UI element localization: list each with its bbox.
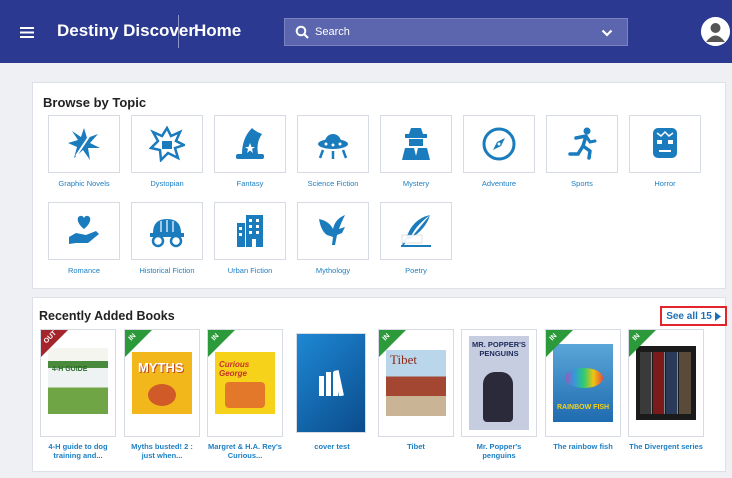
top-nav-bar: Destiny Discover Home Search	[0, 0, 732, 63]
topic-urban-fiction[interactable]: Urban Fiction	[214, 202, 286, 275]
book-card[interactable]: Tibet IN Tibet	[378, 329, 454, 451]
cover-text: MYTHS	[138, 360, 184, 375]
topic-label: Horror	[654, 179, 676, 188]
cover-text: RAINBOW FISH	[557, 404, 610, 411]
search-input[interactable]: Search	[315, 26, 350, 38]
wizard-hat-icon	[232, 126, 268, 162]
app-name[interactable]: Destiny Discover	[57, 21, 195, 41]
topic-label: Fantasy	[236, 179, 264, 188]
wagon-icon	[147, 213, 187, 249]
dystopian-icon	[149, 126, 185, 162]
compass-icon	[481, 126, 517, 162]
book-card[interactable]: MR. POPPER'S PENGUINS Mr. Popper's pengu…	[461, 329, 537, 460]
book-title: The Divergent series	[629, 442, 703, 451]
book-title: 4-H guide to dog training and...	[48, 442, 108, 460]
book-card[interactable]: Curious George IN Margret & H.A. Rey's C…	[207, 329, 283, 460]
search-bar[interactable]: Search	[284, 18, 628, 46]
topic-graphic-novels[interactable]: Graphic Novels	[48, 115, 120, 188]
book-title: Tibet	[407, 442, 425, 451]
pegasus-icon	[315, 213, 351, 249]
topic-label: Romance	[67, 266, 101, 275]
header-divider	[178, 15, 179, 48]
topic-historical-fiction[interactable]: Historical Fiction	[131, 202, 203, 275]
book-cover: MYTHS	[132, 352, 192, 414]
detective-icon	[398, 126, 434, 162]
topic-label: Poetry	[405, 266, 427, 275]
caret-right-icon	[714, 311, 721, 321]
topic-label: Graphic Novels	[58, 179, 110, 188]
topic-adventure[interactable]: Adventure	[463, 115, 535, 188]
book-title: The rainbow fish	[553, 442, 613, 451]
book-card[interactable]: IN The Divergent series	[628, 329, 704, 451]
topic-label: Adventure	[481, 179, 517, 188]
topic-label: Urban Fiction	[227, 266, 273, 275]
topic-dystopian[interactable]: Dystopian	[131, 115, 203, 188]
topic-label: Science Fiction	[307, 179, 359, 188]
topic-mythology[interactable]: Mythology	[297, 202, 369, 275]
book-title: Myths busted! 2 : just when...	[131, 442, 193, 460]
book-cover: Tibet	[386, 350, 446, 416]
ufo-icon	[315, 126, 351, 162]
search-icon	[295, 25, 309, 39]
chevron-down-icon[interactable]	[601, 27, 613, 39]
topic-label: Dystopian	[150, 179, 184, 188]
topic-label: Historical Fiction	[139, 266, 195, 275]
topic-horror[interactable]: Horror	[629, 115, 701, 188]
browse-by-topic-heading: Browse by Topic	[43, 95, 147, 110]
graphic-novels-icon	[66, 126, 102, 162]
topic-label: Mythology	[315, 266, 351, 275]
topic-sports[interactable]: Sports	[546, 115, 618, 188]
books-placeholder-icon	[319, 368, 345, 396]
topic-mystery[interactable]: Mystery	[380, 115, 452, 188]
book-title: cover test	[314, 442, 350, 451]
cover-text: 4-H GUIDE	[52, 366, 88, 373]
see-all-label: See all 15	[666, 310, 712, 322]
quill-icon	[398, 213, 434, 249]
heart-hand-icon	[66, 213, 102, 249]
topic-science-fiction[interactable]: Science Fiction	[297, 115, 369, 188]
book-card[interactable]: cover test	[294, 329, 370, 451]
topic-label: Mystery	[402, 179, 430, 188]
book-cover	[296, 333, 366, 433]
cover-text: Curious George	[219, 360, 250, 378]
see-all-button[interactable]: See all 15	[660, 306, 727, 326]
book-cover: 4-H GUIDE	[48, 348, 108, 414]
topic-fantasy[interactable]: Fantasy	[214, 115, 286, 188]
home-link[interactable]: Home	[194, 21, 241, 41]
book-title: Mr. Popper's penguins	[476, 442, 522, 460]
recently-added-heading: Recently Added Books	[39, 309, 175, 323]
topic-poetry[interactable]: Poetry	[380, 202, 452, 275]
book-cover: Curious George	[215, 352, 275, 414]
book-card[interactable]: MYTHS IN Myths busted! 2 : just when...	[124, 329, 200, 460]
book-card[interactable]: 4-H GUIDE OUT 4-H guide to dog training …	[40, 329, 116, 460]
building-icon	[232, 213, 268, 249]
topic-romance[interactable]: Romance	[48, 202, 120, 275]
hamburger-menu-icon[interactable]	[16, 22, 38, 42]
cover-text: MR. POPPER'S PENGUINS	[472, 340, 526, 358]
user-avatar-icon[interactable]	[701, 17, 730, 46]
monster-icon	[647, 126, 683, 162]
book-cover	[636, 346, 696, 420]
topic-label: Sports	[571, 179, 593, 188]
runner-icon	[564, 126, 600, 162]
book-card[interactable]: RAINBOW FISH IN The rainbow fish	[545, 329, 621, 451]
book-cover: MR. POPPER'S PENGUINS	[469, 336, 529, 430]
book-title: Margret & H.A. Rey's Curious...	[208, 442, 282, 460]
